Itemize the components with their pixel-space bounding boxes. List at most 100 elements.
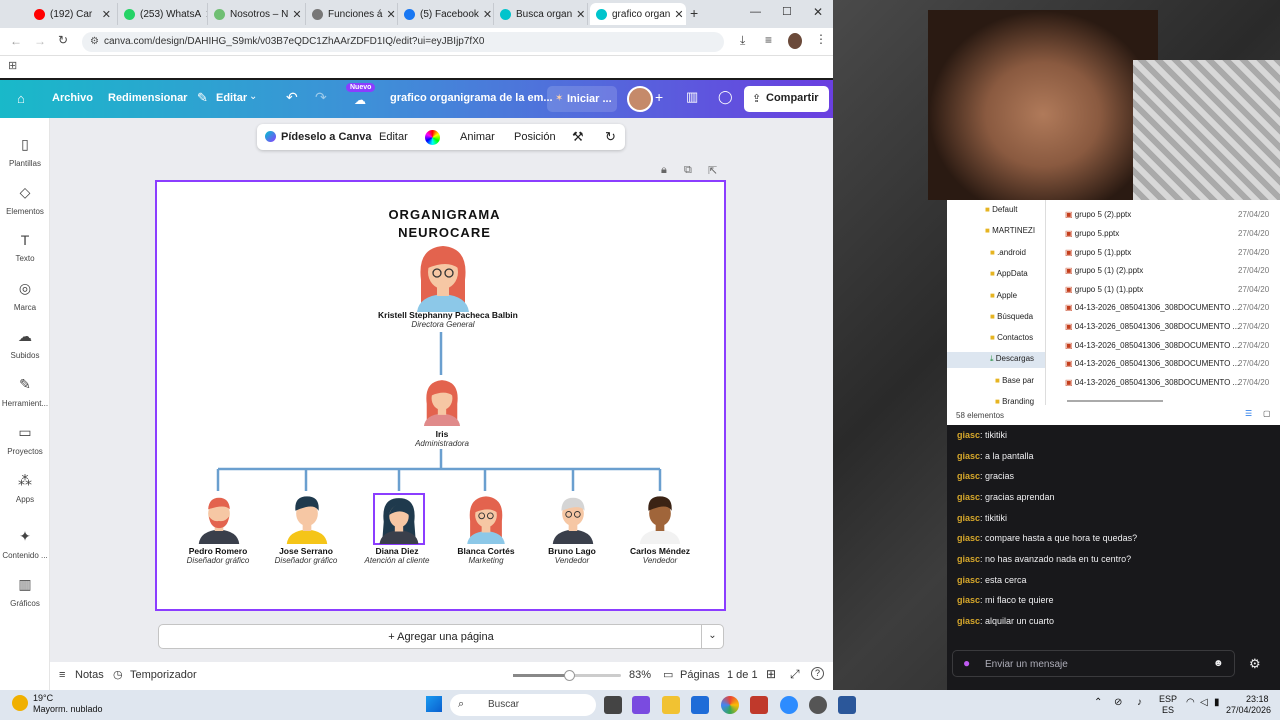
- task-view-icon[interactable]: [604, 696, 622, 714]
- undo-icon[interactable]: ↶: [286, 89, 298, 106]
- browser-tab[interactable]: Funciones á ✕: [306, 3, 398, 25]
- sidebar-item-marca[interactable]: ◎ Marca: [0, 280, 50, 312]
- animate-button[interactable]: Animar: [460, 131, 495, 143]
- redo-icon[interactable]: ↷: [315, 89, 327, 106]
- file-row[interactable]: ▣ 04-13-2026_085041306_308DOCUMENTO ...: [1065, 359, 1239, 373]
- sidebar-item-herramientas[interactable]: ✎ Herramient...: [0, 376, 50, 408]
- sidebar-item-elementos[interactable]: ◇ Elementos: [0, 184, 50, 216]
- window-close-icon[interactable]: ✕: [813, 5, 823, 19]
- tree-folder-selected[interactable]: ⤓ Descargas: [947, 352, 1045, 368]
- grid-view-icon[interactable]: ⊞: [766, 667, 776, 681]
- collaborator-avatar[interactable]: [627, 86, 653, 112]
- add-page-icon[interactable]: ⇱: [708, 164, 717, 177]
- zoom-slider-handle[interactable]: [564, 670, 575, 681]
- url-input[interactable]: canva.com/design/DAHIHG_S9mk/v03B7eQDC1Z…: [82, 32, 724, 52]
- clock-date[interactable]: 27/04/2026: [1226, 705, 1271, 715]
- add-collaborator-icon[interactable]: +: [655, 89, 663, 105]
- design-title[interactable]: grafico organigrama de la em...: [390, 92, 553, 104]
- profile-avatar[interactable]: [788, 33, 802, 49]
- redimensionar-button[interactable]: Redimensionar: [108, 92, 187, 104]
- details-view-icon[interactable]: ☰: [1245, 409, 1252, 418]
- apps-grid-icon[interactable]: ⊞: [8, 59, 17, 72]
- file-row[interactable]: ▣ grupo 5 (1) (1).pptx: [1065, 285, 1143, 299]
- settings-gear-icon[interactable]: ⚙: [1249, 656, 1261, 672]
- minimize-icon[interactable]: —: [750, 6, 761, 18]
- refresh-icon[interactable]: ↻: [605, 129, 616, 145]
- chat-message-input[interactable]: Enviar un mensaje: [952, 650, 1235, 677]
- wifi-icon[interactable]: ◠: [1186, 697, 1195, 708]
- browser-tab[interactable]: (253) WhatsA✕: [118, 3, 208, 25]
- file-row[interactable]: ▣ 04-13-2026_085041306_308DOCUMENTO ...: [1065, 378, 1239, 392]
- ask-canva-button[interactable]: Pídeselo a Canva: [281, 131, 372, 143]
- tree-folder[interactable]: ■ MARTINEZI: [985, 226, 1035, 240]
- weather-temp[interactable]: 19°C: [33, 693, 53, 703]
- weather-desc[interactable]: Mayorm. nublado: [33, 704, 103, 714]
- close-icon[interactable]: ✕: [572, 8, 585, 21]
- clock-time[interactable]: 23:18: [1246, 694, 1269, 704]
- file-row[interactable]: ▣ grupo 5 (1) (2).pptx: [1065, 266, 1143, 280]
- org-node-admin[interactable]: Iris Administradora: [377, 429, 507, 448]
- sidebar-item-apps[interactable]: ⁂ Apps: [0, 472, 50, 504]
- new-tab-icon[interactable]: +: [690, 5, 698, 21]
- browser-tab[interactable]: Busca organ ✕: [494, 3, 588, 25]
- file-row[interactable]: ▣ grupo 5 (2).pptx: [1065, 210, 1131, 224]
- language-sub[interactable]: ES: [1162, 705, 1174, 715]
- download-icon[interactable]: ⤓: [740, 33, 745, 48]
- volume-icon[interactable]: ◁: [1200, 697, 1208, 708]
- file-explorer-icon[interactable]: [662, 696, 680, 714]
- tree-folder[interactable]: ■ Default: [985, 205, 1017, 219]
- file-row[interactable]: ▣ 04-13-2026_085041306_308DOCUMENTO ...: [1065, 341, 1239, 355]
- maximize-icon[interactable]: ☐: [782, 5, 792, 18]
- chevron-down-icon[interactable]: ⌄: [701, 625, 723, 648]
- sidebar-item-texto[interactable]: T Texto: [0, 232, 50, 263]
- insights-chart-icon[interactable]: ▥: [686, 89, 698, 105]
- file-row[interactable]: ▣ grupo 5 (1).pptx: [1065, 248, 1131, 262]
- weather-icon[interactable]: [12, 695, 28, 711]
- tiles-view-icon[interactable]: ▢: [1263, 409, 1271, 418]
- close-icon[interactable]: ✕: [98, 8, 111, 21]
- zoom-level[interactable]: 83%: [629, 669, 651, 681]
- forward-icon[interactable]: →: [34, 34, 46, 48]
- comment-icon[interactable]: ◯: [718, 89, 733, 105]
- tree-folder[interactable]: ■ Apple: [990, 291, 1017, 305]
- tree-folder[interactable]: ■ Contactos: [990, 333, 1033, 347]
- tray-app-icon[interactable]: ⊘: [1114, 697, 1122, 708]
- horizontal-scrollbar[interactable]: [1067, 400, 1163, 402]
- menu-icon[interactable]: ⋮: [815, 32, 827, 46]
- paint-roller-icon[interactable]: ⚒: [572, 129, 584, 145]
- help-icon[interactable]: ?: [811, 667, 824, 680]
- tree-folder[interactable]: ■ Base par: [995, 376, 1034, 390]
- edit-button[interactable]: Editar: [379, 131, 408, 143]
- windows-start-icon[interactable]: [426, 696, 442, 712]
- cloud-sync-icon[interactable]: ☁: [354, 93, 366, 107]
- chrome-icon[interactable]: [721, 696, 739, 714]
- pdf-reader-icon[interactable]: [750, 696, 768, 714]
- zoom-slider[interactable]: [513, 670, 621, 681]
- back-icon[interactable]: ←: [10, 34, 22, 48]
- org-node-staff[interactable]: Carlos Méndez Vendedor: [595, 546, 725, 565]
- close-icon[interactable]: ✕: [670, 8, 683, 21]
- close-icon[interactable]: ✕: [479, 8, 492, 21]
- browser-tab-active[interactable]: grafico organ ✕: [590, 3, 686, 25]
- reload-icon[interactable]: ↻: [58, 33, 68, 47]
- browser-tab[interactable]: Nosotros – N ✕: [208, 3, 306, 25]
- close-icon[interactable]: ✕: [201, 8, 207, 21]
- close-icon[interactable]: ✕: [382, 8, 395, 21]
- sidebar-item-proyectos[interactable]: ▭ Proyectos: [0, 424, 50, 456]
- pages-button[interactable]: Páginas: [680, 669, 720, 681]
- duplicate-icon[interactable]: ⧉: [684, 164, 692, 177]
- notes-button[interactable]: Notas: [75, 669, 104, 681]
- position-button[interactable]: Posición: [514, 131, 556, 143]
- obs-icon[interactable]: [809, 696, 827, 714]
- timer-button[interactable]: Temporizador: [130, 669, 197, 681]
- tray-chevron-icon[interactable]: ⌃: [1094, 697, 1102, 708]
- browser-tab[interactable]: (5) Facebook ✕: [398, 3, 494, 25]
- home-icon[interactable]: ⌂: [17, 91, 25, 106]
- design-page[interactable]: ORGANIGRAMA NEUROCARE Kristell Stephanny…: [155, 180, 726, 611]
- site-info-icon[interactable]: ⚙: [90, 36, 99, 47]
- close-icon[interactable]: ✕: [288, 8, 301, 21]
- org-node-director[interactable]: Kristell Stephanny Pacheca Balbin Direct…: [378, 310, 518, 329]
- microphone-tray-icon[interactable]: ♪: [1137, 697, 1142, 708]
- add-page-button[interactable]: + Agregar una página: [158, 624, 724, 649]
- tree-folder[interactable]: ■ Branding: [995, 397, 1034, 411]
